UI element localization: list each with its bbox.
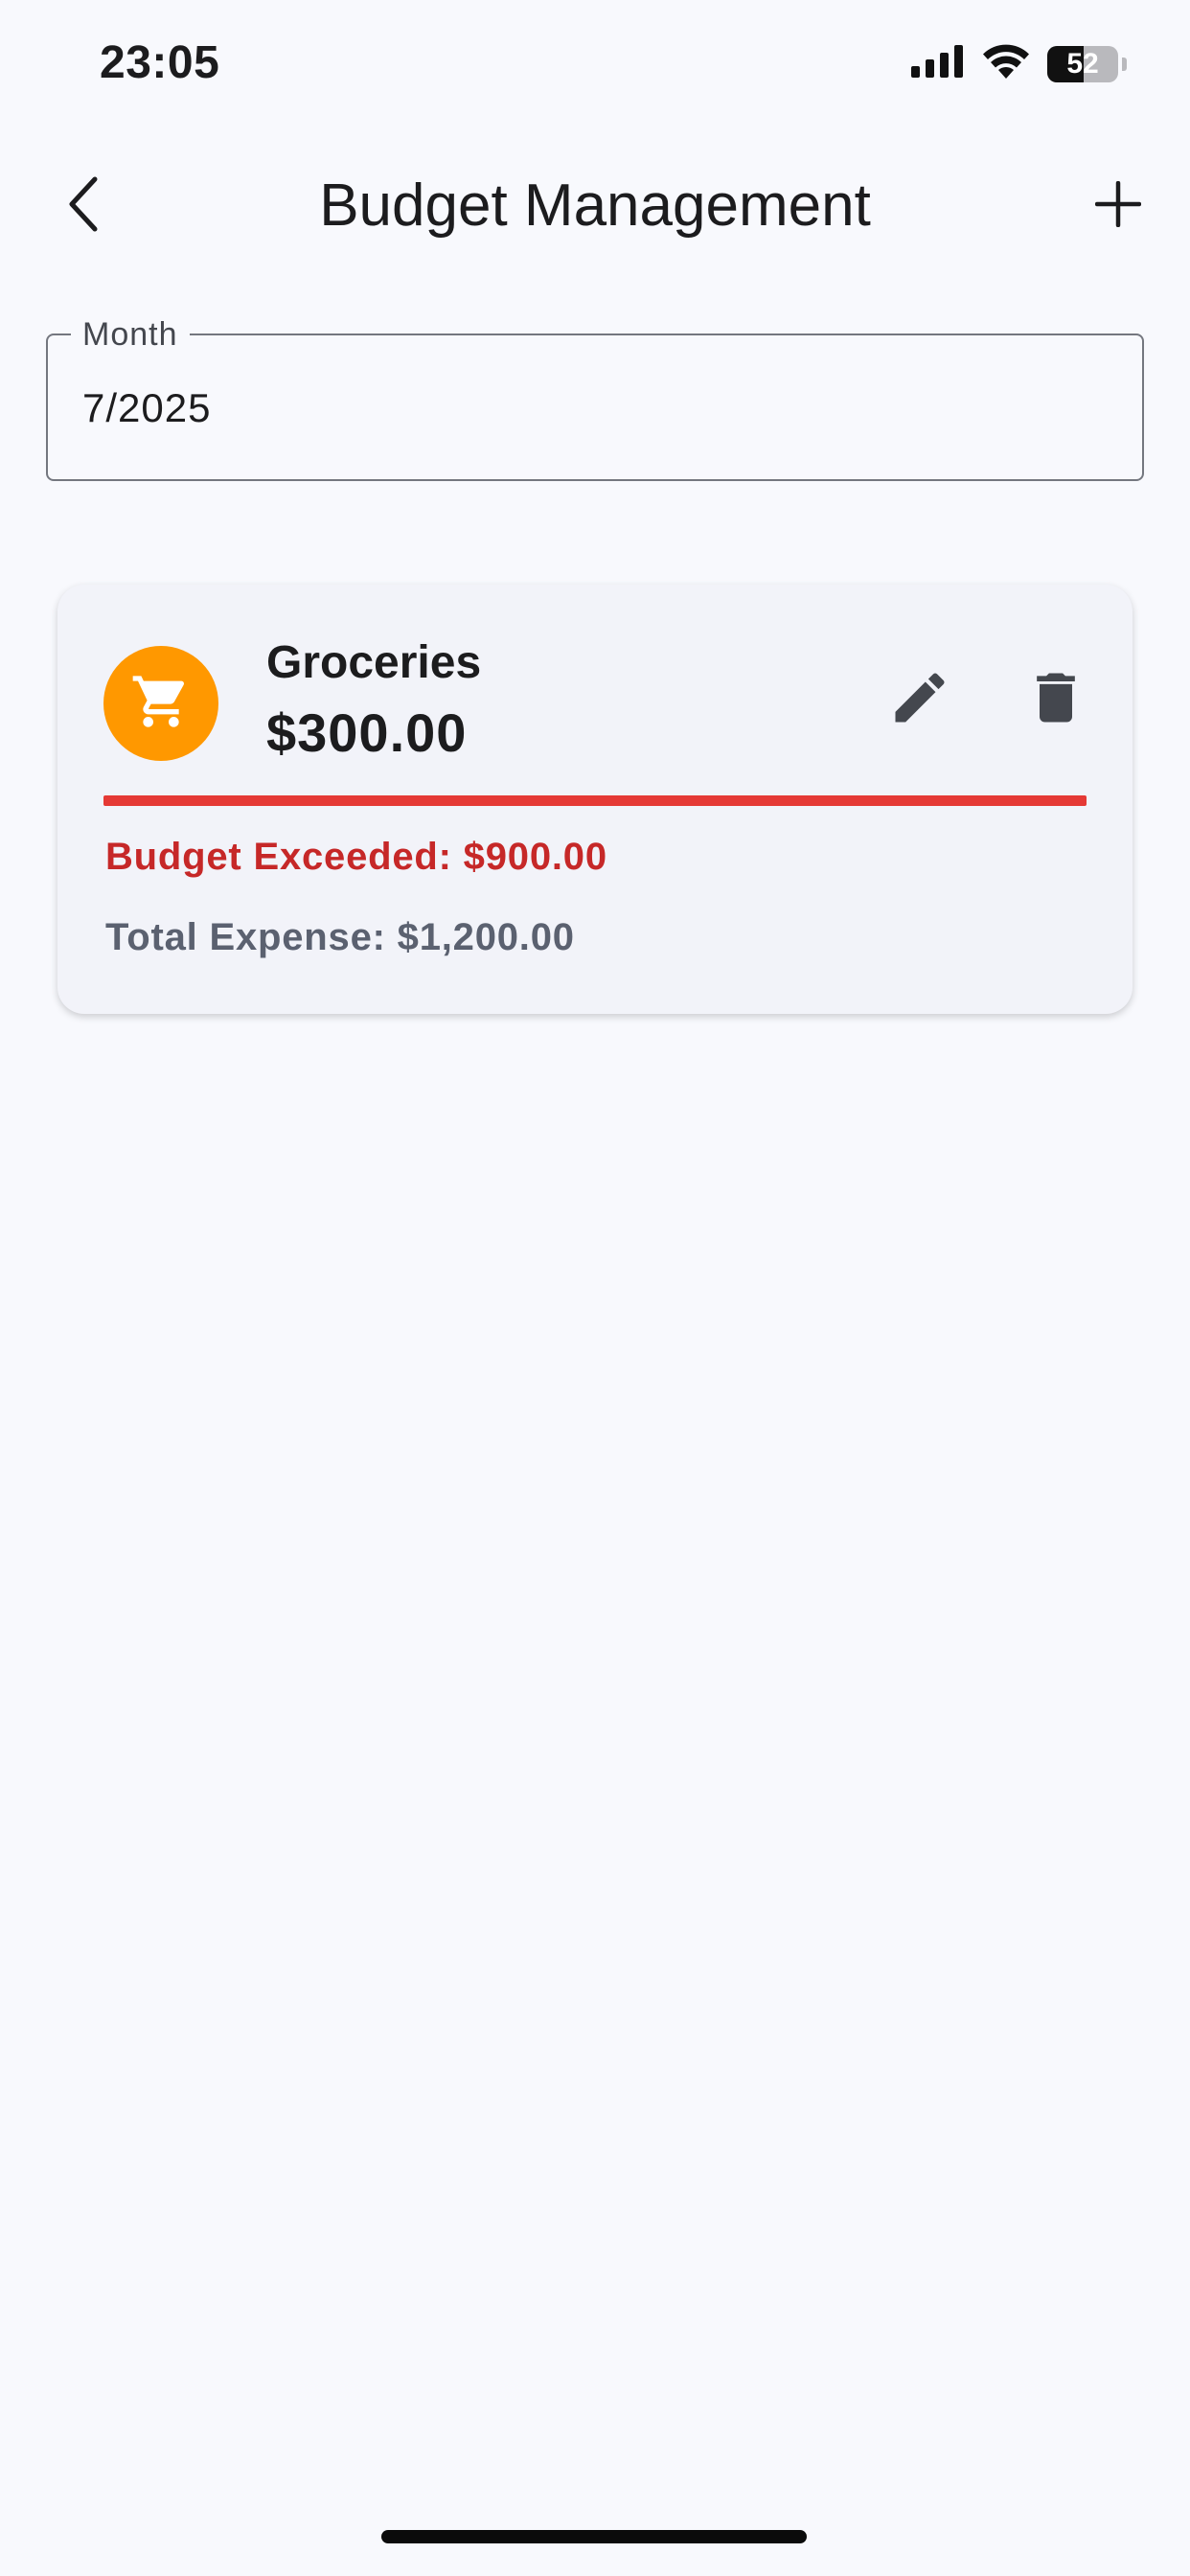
budget-progress-fill — [103, 795, 1087, 806]
plus-icon — [1094, 180, 1142, 232]
month-value: 7/2025 — [82, 385, 212, 430]
budget-amount: $300.00 — [266, 702, 468, 763]
edit-budget-button[interactable] — [881, 661, 958, 738]
budget-progress-bar — [103, 795, 1087, 806]
month-field[interactable]: Month 7/2025 — [46, 316, 1144, 481]
home-indicator — [381, 2530, 807, 2543]
total-expense-text: Total Expense: $1,200.00 — [105, 916, 575, 958]
battery-tip — [1122, 57, 1127, 71]
category-name: Groceries — [266, 637, 482, 688]
month-label: Month — [71, 316, 190, 353]
app-bar: Budget Management — [0, 153, 1190, 259]
add-budget-button[interactable] — [1085, 172, 1152, 240]
wifi-icon — [982, 44, 1030, 83]
budget-card[interactable]: Groceries $300.00 Budget Exceeded: $900.… — [57, 585, 1133, 1014]
pencil-icon — [887, 665, 952, 735]
status-icons: 52 — [911, 44, 1127, 83]
trash-icon — [1023, 665, 1088, 735]
status-bar: 23:05 52 — [0, 0, 1190, 134]
delete-budget-button[interactable] — [1018, 661, 1094, 738]
cellular-signal-icon — [911, 45, 965, 82]
category-avatar — [103, 646, 218, 761]
page-title: Budget Management — [319, 172, 871, 239]
budget-exceeded-text: Budget Exceeded: $900.00 — [105, 836, 607, 878]
shopping-cart-icon — [130, 671, 192, 737]
status-time: 23:05 — [100, 37, 220, 88]
battery-text: 52 — [1066, 47, 1099, 80]
battery-icon: 52 — [1047, 45, 1118, 82]
